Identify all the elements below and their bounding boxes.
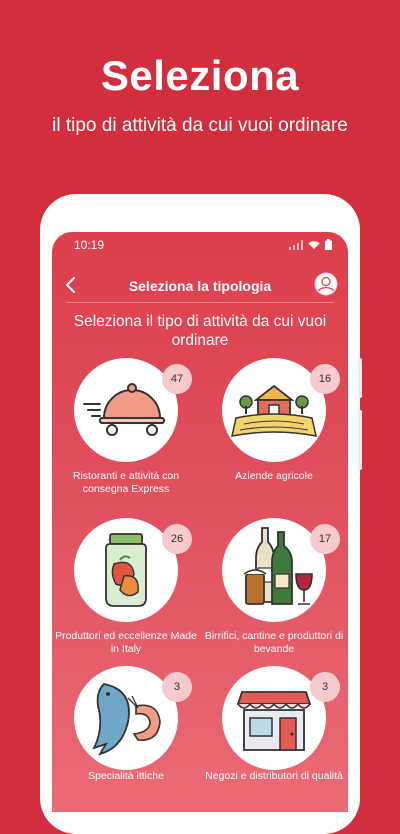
category-card-beverages[interactable]: 17 Birrifici, cantine e produttori di be…: [200, 518, 343, 658]
category-card-farms[interactable]: 16 Aziende agricole: [200, 358, 340, 498]
category-label: Ristoranti e attività con consegna Expre…: [72, 470, 180, 495]
category-card-producers[interactable]: 26 Produttori ed eccellenze Made in Ital…: [52, 518, 197, 658]
category-label: Negozi e distributori di qualità: [205, 770, 343, 782]
battery-icon: [325, 239, 332, 250]
category-label: Aziende agricole: [235, 470, 313, 482]
category-card-seafood[interactable]: 3 Specialità ittiche: [52, 666, 192, 806]
phone-side-button: [358, 410, 362, 470]
cellular-signal-icon: [289, 239, 303, 250]
status-time: 10:19: [74, 238, 105, 252]
category-count-badge: 47: [162, 364, 192, 394]
category-count-badge: 3: [162, 672, 192, 702]
category-count-badge: 3: [310, 672, 340, 702]
category-label: Produttori ed eccellenze Made in Italy: [55, 630, 197, 655]
user-profile-icon[interactable]: [314, 272, 338, 296]
category-label: Birrifici, cantine e produttori di bevan…: [204, 630, 344, 655]
selection-prompt: Seleziona il tipo di attività da cui vuo…: [73, 313, 327, 349]
category-count-badge: 16: [310, 364, 340, 394]
category-label: Specialità ittiche: [88, 770, 164, 782]
category-count-badge: 26: [162, 524, 192, 554]
wifi-icon: [308, 240, 320, 249]
phone-side-button: [358, 358, 362, 398]
category-card-restaurants[interactable]: 47 Ristoranti e attività con consegna Ex…: [52, 358, 192, 498]
status-bar: 10:19: [52, 232, 348, 258]
category-card-shops[interactable]: 3 Negozi e distributori di qualità: [200, 666, 343, 806]
promo-headline: Seleziona: [100, 52, 300, 99]
app-bar-divider: [66, 302, 334, 303]
app-bar-title: Seleziona la tipologia: [128, 278, 272, 294]
category-count-badge: 17: [310, 524, 340, 554]
app-screen: 10:19 Seleziona la tipologia Seleziona i…: [52, 232, 348, 812]
promo-subline: il tipo di attività da cui vuoi ordinare: [52, 115, 348, 136]
app-bar: Seleziona la tipologia: [52, 270, 348, 300]
